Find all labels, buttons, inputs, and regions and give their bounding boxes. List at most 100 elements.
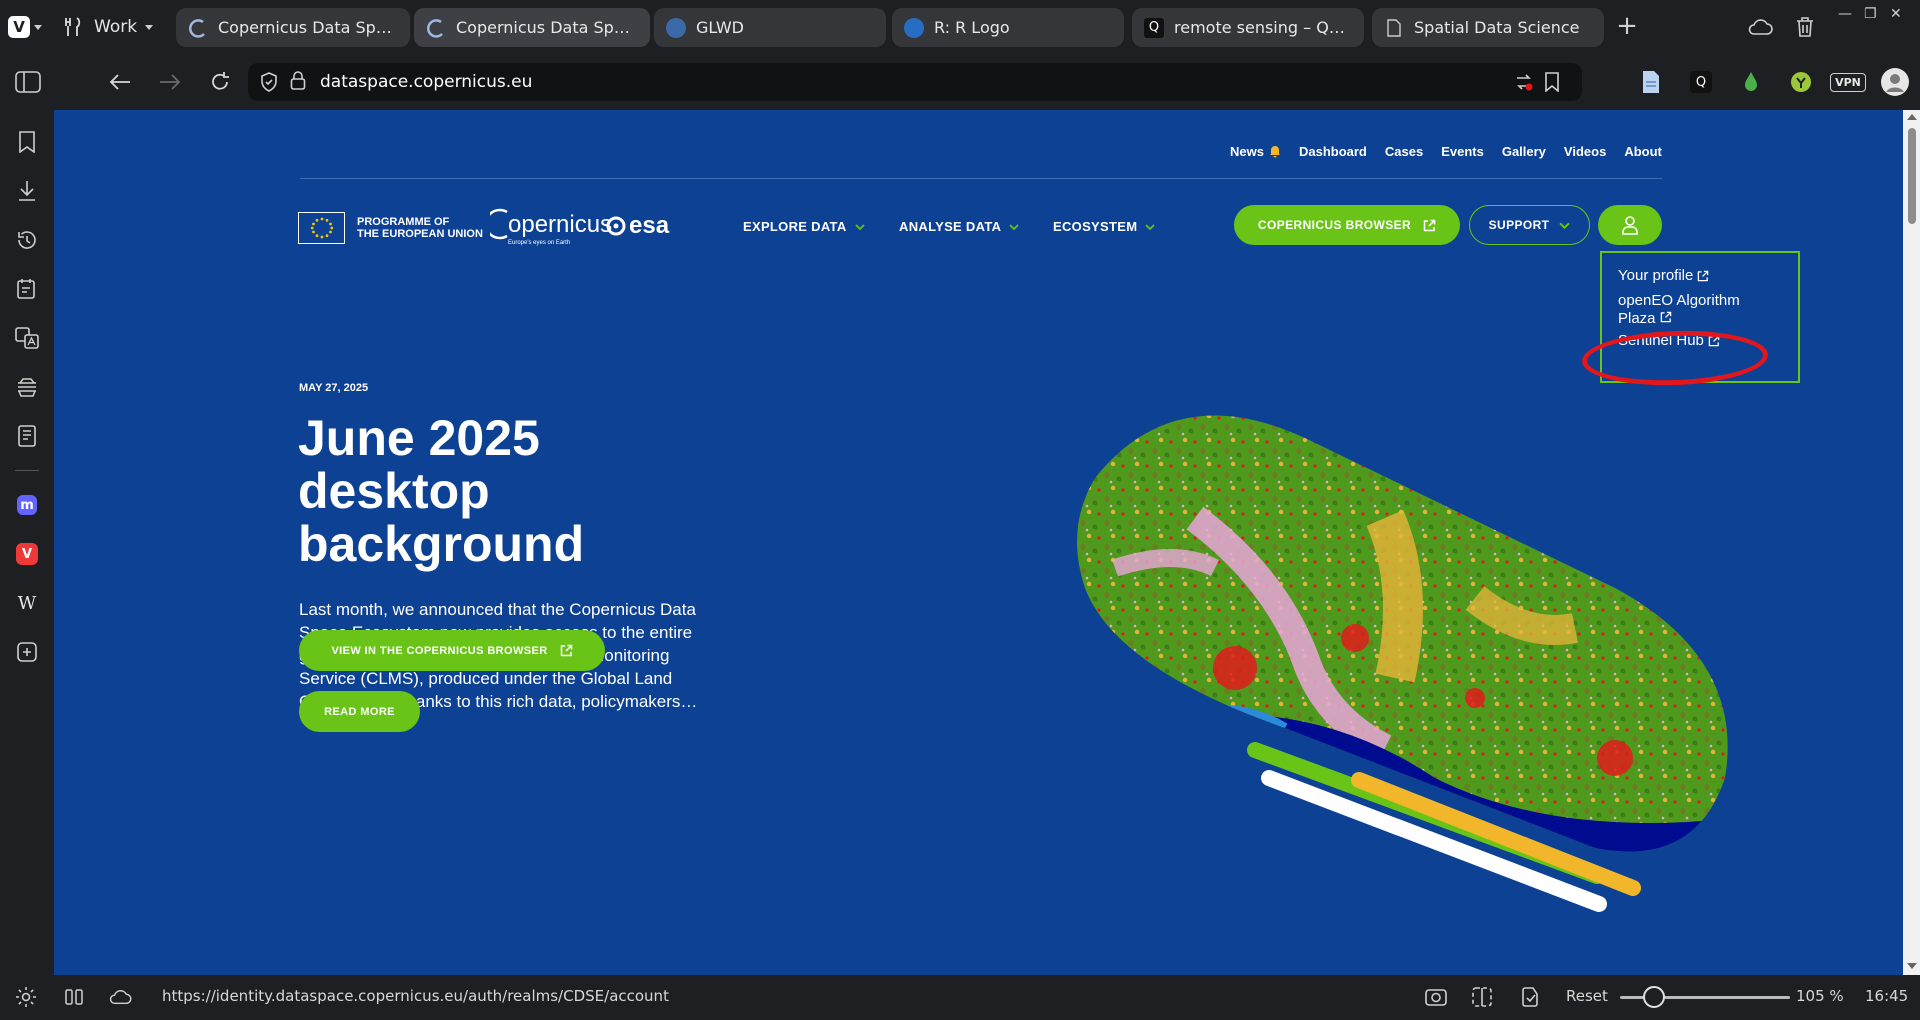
- nav-events[interactable]: Events: [1441, 144, 1484, 159]
- view-in-browser-label: VIEW IN THE COPERNICUS BROWSER: [331, 644, 548, 657]
- bookmark-icon[interactable]: [1544, 72, 1560, 92]
- notes-extension-icon[interactable]: [1636, 67, 1666, 97]
- esa-logo[interactable]: esa: [606, 212, 669, 240]
- nav-explore-data[interactable]: EXPLORE DATA: [743, 219, 865, 234]
- nav-ecosystem[interactable]: ECOSYSTEM: [1053, 219, 1155, 234]
- tab-copernicus-1[interactable]: Copernicus Data Space E…: [176, 8, 410, 47]
- user-account-button[interactable]: [1598, 205, 1662, 245]
- article-date: MAY 27, 2025: [299, 382, 369, 394]
- tab-qwant[interactable]: Q remote sensing – Qwant …: [1132, 8, 1364, 47]
- add-panel-icon[interactable]: [12, 637, 42, 667]
- workspace-selector[interactable]: Work: [62, 12, 154, 42]
- wikipedia-panel-icon[interactable]: W: [12, 588, 42, 618]
- external-link-icon: [1660, 311, 1671, 323]
- view-in-browser-button[interactable]: VIEW IN THE COPERNICUS BROWSER: [299, 630, 605, 671]
- globe-favicon-icon: [666, 17, 686, 38]
- navigation-bar: dataspace.copernicus.eu Q VPN: [0, 54, 1920, 110]
- nav-gallery[interactable]: Gallery: [1502, 144, 1546, 159]
- nav-cases[interactable]: Cases: [1385, 144, 1423, 159]
- copernicus-browser-button[interactable]: COPERNICUS BROWSER: [1234, 205, 1460, 245]
- nav-news[interactable]: News: [1230, 144, 1281, 159]
- vivaldi-glyph: V: [16, 543, 38, 565]
- reload-icon[interactable]: [204, 66, 236, 98]
- new-tab-button[interactable]: +: [1612, 12, 1642, 42]
- profile-avatar-icon[interactable]: [1880, 67, 1910, 97]
- user-icon: [1622, 216, 1638, 235]
- page-tiling-icon[interactable]: [1468, 983, 1496, 1011]
- scroll-up-icon[interactable]: [1907, 114, 1917, 120]
- external-link-icon: [1423, 219, 1436, 231]
- menu-item-your-profile[interactable]: Your profile: [1618, 267, 1798, 284]
- capture-icon[interactable]: [1422, 983, 1450, 1011]
- nav-dashboard[interactable]: Dashboard: [1299, 144, 1367, 159]
- panel-divider: [15, 470, 39, 471]
- nav-analyse-data[interactable]: ANALYSE DATA: [899, 219, 1019, 234]
- external-link-icon: [560, 644, 572, 657]
- qwant-extension-icon[interactable]: Q: [1686, 67, 1716, 97]
- chevron-down-icon: [854, 223, 865, 230]
- copernicus-favicon-icon: [188, 18, 208, 38]
- back-arrow-icon[interactable]: [104, 66, 136, 98]
- menu-item-openeo-algorithm-plaza[interactable]: openEO Algorithm Plaza: [1618, 292, 1768, 324]
- scrollbar-thumb[interactable]: [1908, 128, 1916, 224]
- header-divider: [300, 178, 1662, 179]
- nav-about[interactable]: About: [1624, 144, 1662, 159]
- menu-item-label: openEO Algorithm Plaza: [1618, 292, 1740, 324]
- zoom-reset-button[interactable]: Reset: [1566, 987, 1608, 1005]
- translate-panel-icon[interactable]: [12, 323, 42, 353]
- nav-videos[interactable]: Videos: [1564, 144, 1606, 159]
- settings-gear-icon[interactable]: [12, 983, 40, 1011]
- tab-spatial-data-science[interactable]: Spatial Data Science: [1372, 8, 1604, 47]
- url-text[interactable]: dataspace.copernicus.eu: [320, 72, 532, 92]
- water-drop-extension-icon[interactable]: [1736, 67, 1766, 97]
- mastodon-panel-icon[interactable]: m: [12, 490, 42, 520]
- copernicus-logo[interactable]: opernicus Europe's eyes on Earth: [490, 206, 612, 246]
- wikipedia-glyph: W: [17, 592, 37, 614]
- page-scrollbar[interactable]: [1903, 110, 1920, 975]
- cloud-status-icon[interactable]: [106, 983, 134, 1011]
- zoom-level: 105 %: [1796, 987, 1844, 1005]
- bookmarks-panel-icon[interactable]: [12, 127, 42, 157]
- shield-icon[interactable]: [260, 72, 278, 92]
- copernicus-c-icon: [490, 208, 508, 240]
- notes-panel-icon[interactable]: [12, 274, 42, 304]
- scroll-down-icon[interactable]: [1907, 963, 1917, 969]
- toggle-panel-icon[interactable]: [12, 66, 44, 98]
- minimize-window-icon[interactable]: —: [1838, 6, 1852, 22]
- green-extension-icon[interactable]: [1786, 67, 1816, 97]
- close-window-icon[interactable]: ✕: [1890, 6, 1902, 22]
- chevron-down-icon: [1559, 222, 1571, 229]
- browser-menu-button[interactable]: V: [8, 10, 50, 44]
- reader-panel-icon[interactable]: [12, 421, 42, 451]
- tile-tabs-icon[interactable]: [60, 983, 88, 1011]
- tab-title: R: R Logo: [934, 18, 1010, 37]
- lock-icon[interactable]: [290, 71, 306, 91]
- address-bar[interactable]: dataspace.copernicus.eu: [248, 63, 1582, 101]
- eu-flag-icon: [298, 212, 345, 244]
- tab-r-logo[interactable]: R: R Logo: [892, 8, 1124, 47]
- tab-title: remote sensing – Qwant …: [1174, 18, 1352, 37]
- map-clip-group: [1077, 415, 1728, 852]
- zoom-slider-handle[interactable]: [1643, 986, 1665, 1008]
- eu-programme-logo[interactable]: PROGRAMME OF THE EUROPEAN UNION: [298, 212, 483, 244]
- trash-icon[interactable]: [1790, 12, 1820, 42]
- read-more-button[interactable]: READ MORE: [299, 691, 420, 732]
- vpn-extension-icon[interactable]: VPN: [1828, 67, 1868, 97]
- downloads-panel-icon[interactable]: [12, 176, 42, 206]
- support-button[interactable]: SUPPORT: [1469, 205, 1590, 245]
- tracker-blocking-icon[interactable]: [1514, 72, 1534, 92]
- copernicus-tagline: Europe's eyes on Earth: [508, 240, 571, 246]
- reading-list-panel-icon[interactable]: [12, 372, 42, 402]
- cloud-sync-icon[interactable]: [1745, 12, 1775, 42]
- tab-title: Copernicus Data Space E…: [218, 18, 398, 37]
- forward-arrow-icon[interactable]: [154, 66, 186, 98]
- tab-copernicus-2[interactable]: Copernicus Data Space Ecos: [414, 8, 650, 47]
- eu-line-2: THE EUROPEAN UNION: [357, 228, 483, 240]
- article-title[interactable]: June 2025 desktop background: [298, 412, 718, 571]
- tab-title: Copernicus Data Space Ecos: [456, 18, 638, 37]
- page-actions-icon[interactable]: [1516, 983, 1544, 1011]
- history-panel-icon[interactable]: [12, 225, 42, 255]
- vivaldi-panel-icon[interactable]: V: [12, 539, 42, 569]
- maximize-window-icon[interactable]: ❐: [1864, 6, 1877, 22]
- tab-glwd[interactable]: GLWD: [654, 8, 886, 47]
